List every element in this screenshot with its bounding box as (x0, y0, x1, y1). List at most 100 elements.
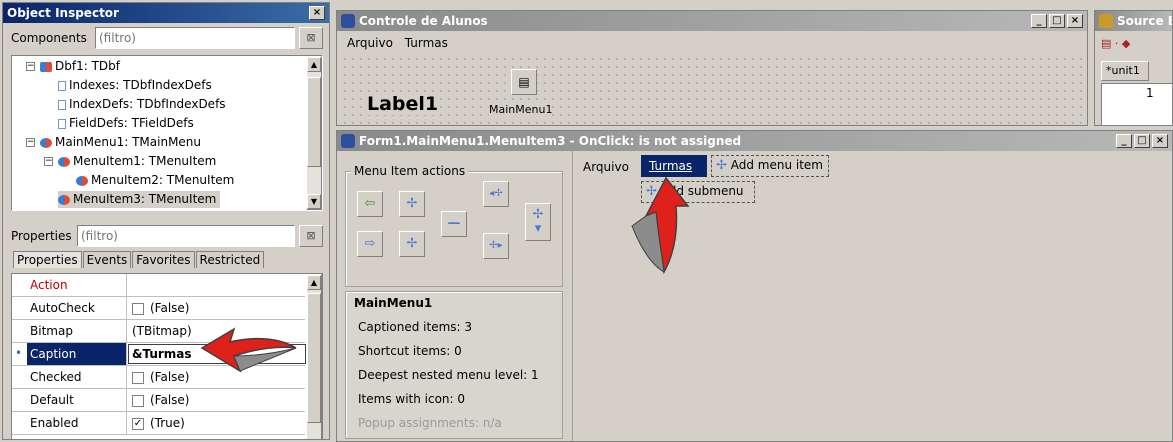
scroll-thumb[interactable] (307, 77, 321, 167)
property-name: Checked (27, 366, 127, 388)
property-name: Bitmap (27, 320, 127, 342)
menu-editor-window: Form1.MainMenu1.MenuItem3 - OnClick: is … (336, 130, 1173, 442)
red-arrow-caption-icon (200, 327, 297, 373)
source-editor[interactable]: 1 (1101, 83, 1172, 125)
form-design-surface[interactable] (341, 55, 1083, 125)
mainmenu-component-caption: MainMenu1 (489, 103, 553, 116)
insert-after-button[interactable]: ✢ (399, 231, 425, 257)
delete-item-button[interactable]: — (441, 211, 467, 237)
tree-node-label: FieldDefs: TFieldDefs (69, 116, 194, 130)
tab-events[interactable]: Events (82, 251, 132, 268)
tab-favorites[interactable]: Favorites (132, 251, 195, 268)
menu-editor-title: Form1.MainMenu1.MenuItem3 - OnClick: is … (359, 134, 742, 148)
insert-before-button[interactable]: ✢ (399, 191, 425, 217)
red-arrow-submenu-icon (631, 176, 690, 274)
property-value-cell[interactable]: ✓ (True) (128, 412, 185, 434)
add-sibling-after-button[interactable]: ✢▸ (483, 233, 509, 259)
add-menu-item-button[interactable]: ✢ Add menu item (711, 155, 829, 177)
tree-node[interactable]: Indexes: TDbfIndexDefs (58, 77, 212, 94)
tree-node[interactable]: Dbf1: TDbf (40, 58, 120, 75)
add-sibling-before-button[interactable]: ◂✢ (483, 181, 509, 207)
mainmenu-component-icon[interactable]: ▤ (511, 69, 537, 95)
property-value[interactable]: &Turmas (132, 347, 192, 361)
move-right-button[interactable]: ⇨ (357, 231, 383, 257)
menu-editor-titlebar[interactable]: Form1.MainMenu1.MenuItem3 - OnClick: is … (337, 131, 1172, 151)
tree-toggle-icon[interactable]: − (26, 62, 35, 71)
info-popup-assignments: Popup assignments: n/a (358, 416, 502, 430)
checkbox[interactable] (132, 371, 144, 384)
source-editor-window: Source E ▤ · ◆ *unit1 1 (1094, 10, 1173, 126)
component-tree: − Dbf1: TDbf Indexes: TDbfIndexDefs IndexDe… (11, 55, 323, 211)
menu-turmas[interactable]: Turmas (405, 36, 448, 50)
property-row[interactable]: Default (False) (12, 389, 305, 412)
form-title: Controle de Alunos (359, 14, 488, 28)
property-row[interactable]: Enabled ✓ (True) (12, 412, 305, 435)
tree-toggle-icon[interactable]: − (44, 157, 53, 166)
clear-properties-filter-button[interactable]: ⊠ (299, 225, 323, 247)
property-value: (False) (150, 301, 190, 315)
tree-node[interactable]: MainMenu1: TMainMenu (40, 134, 201, 151)
tree-node[interactable]: MenuItem2: TMenuItem (76, 172, 234, 189)
tree-node[interactable]: IndexDefs: TDbfIndexDefs (58, 96, 226, 113)
tree-node[interactable]: FieldDefs: TFieldDefs (58, 115, 194, 132)
grid-scrollbar[interactable]: ▲ (306, 274, 322, 439)
tab-properties[interactable]: Properties (13, 251, 82, 268)
mainmenu-info-group: MainMenu1 Captioned items: 3 Shortcut it… (345, 291, 563, 439)
info-captioned-items: Captioned items: 3 (358, 320, 473, 334)
move-left-button[interactable]: ⇦ (357, 191, 383, 217)
property-value-cell[interactable]: (False) (128, 297, 190, 319)
property-value-cell[interactable]: (False) (128, 389, 190, 411)
property-name: Enabled (27, 412, 127, 434)
clear-filter-button[interactable]: ⊠ (299, 27, 323, 49)
tree-scrollbar[interactable]: ▲ ▼ (306, 56, 322, 210)
tree-toggle-icon[interactable]: − (26, 138, 35, 147)
properties-filter-input[interactable] (77, 225, 295, 247)
property-value-cell[interactable]: (TBitmap) (128, 320, 192, 342)
components-label: Components (11, 31, 87, 45)
property-name: Caption (27, 343, 127, 365)
minimize-icon[interactable]: _ (1031, 14, 1047, 28)
tree-node[interactable]: MenuItem1: TMenuItem (58, 153, 216, 170)
grid-scroll-thumb[interactable] (307, 293, 321, 423)
property-row[interactable]: AutoCheck (False) (12, 297, 305, 320)
menu-icon (40, 137, 52, 148)
db-icon (40, 61, 52, 72)
grid-scroll-up-icon[interactable]: ▲ (307, 275, 321, 290)
checkbox[interactable]: ✓ (132, 417, 144, 430)
menu-icon (58, 194, 70, 205)
property-value: (False) (150, 370, 190, 384)
close-icon[interactable]: × (309, 6, 325, 20)
maximize-icon[interactable]: □ (1049, 14, 1065, 28)
info-group-title: MainMenu1 (354, 296, 433, 310)
properties-label: Properties (11, 229, 72, 243)
close-icon[interactable]: × (1067, 14, 1083, 28)
property-value-cell[interactable]: (False) (128, 366, 190, 388)
property-value-cell[interactable] (128, 274, 132, 296)
property-name: AutoCheck (27, 297, 127, 319)
designer-menu-arquivo[interactable]: Arquivo (583, 157, 629, 177)
maximize-icon[interactable]: □ (1134, 134, 1150, 148)
designer-menu-turmas[interactable]: Turmas (641, 155, 707, 177)
collection-icon (58, 99, 66, 110)
tab-unit1[interactable]: *unit1 (1101, 61, 1149, 81)
scroll-down-icon[interactable]: ▼ (307, 194, 321, 209)
components-filter-input[interactable] (95, 27, 295, 49)
form-titlebar[interactable]: Controle de Alunos (337, 11, 1087, 31)
tree-node-label: IndexDefs: TDbfIndexDefs (69, 97, 226, 111)
info-shortcut-items: Shortcut items: 0 (358, 344, 462, 358)
tab-restricted[interactable]: Restricted (195, 251, 265, 268)
minimize-icon[interactable]: _ (1116, 134, 1132, 148)
scroll-up-icon[interactable]: ▲ (307, 57, 321, 72)
label1[interactable]: Label1 (365, 93, 441, 115)
close-icon[interactable]: × (1152, 134, 1168, 148)
tree-node[interactable]: MenuItem3: TMenuItem (58, 191, 221, 208)
checkbox[interactable] (132, 302, 144, 315)
property-row[interactable]: Action (12, 274, 305, 297)
object-inspector-titlebar[interactable]: Object Inspector (3, 3, 329, 23)
info-deepest-level: Deepest nested menu level: 1 (358, 368, 539, 382)
checkbox[interactable] (132, 394, 144, 407)
source-toolbar: ▤ · ◆ (1101, 37, 1131, 50)
menu-arquivo[interactable]: Arquivo (347, 36, 393, 50)
collection-icon (58, 118, 66, 129)
add-submenu-button[interactable]: ✢ ▾ (525, 203, 551, 241)
